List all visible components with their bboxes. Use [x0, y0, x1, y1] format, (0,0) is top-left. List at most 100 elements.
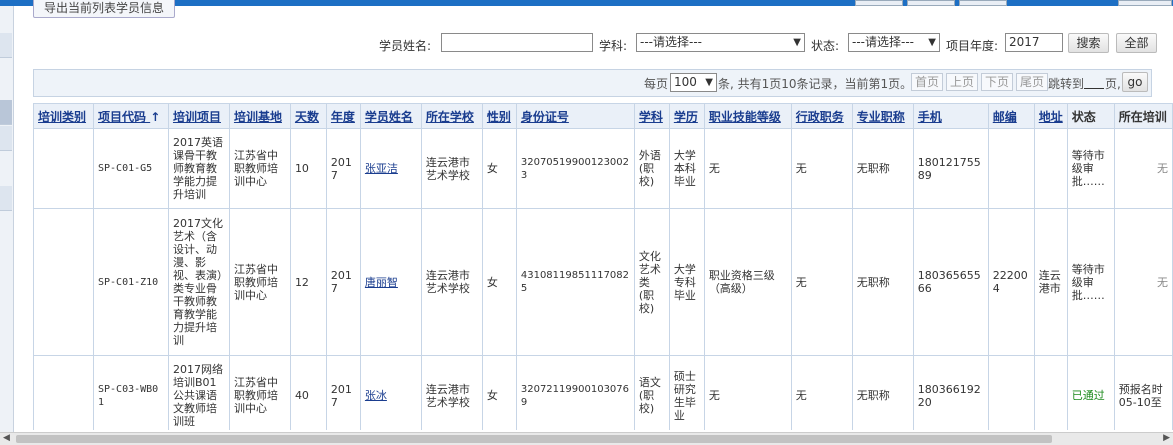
cell-days: 40 — [289, 355, 327, 430]
cell-gender: 女 — [481, 128, 517, 209]
top-banner — [0, 0, 1173, 6]
top-tab-4[interactable] — [1118, 0, 1172, 6]
scrollbar-thumb[interactable] — [16, 435, 1052, 443]
cell-training: 无 — [1113, 208, 1173, 356]
table-row: SP-C01-Z10 2017文化艺术（含设计、动漫、影视、表演）类专业骨干教师… — [33, 208, 1173, 356]
cell-code: SP-C03-WB01 — [92, 355, 169, 430]
col-header-school[interactable]: 所在学校 — [420, 103, 483, 129]
cell-year: 2017 — [325, 208, 361, 356]
col-header-subject[interactable]: 学科 — [633, 103, 670, 129]
col-header-project[interactable]: 培训项目 — [167, 103, 230, 129]
col-header-base[interactable]: 培训基地 — [228, 103, 291, 129]
year-input[interactable]: 2017 — [1005, 33, 1063, 52]
col-header-gender[interactable]: 性别 — [481, 103, 517, 129]
col-header-year[interactable]: 年度 — [325, 103, 361, 129]
cell-title: 无职称 — [851, 208, 914, 356]
col-header-admin[interactable]: 行政职务 — [790, 103, 853, 129]
chevron-down-icon: ▼ — [928, 37, 936, 48]
col-header-code-label: 项目代码 — [97, 109, 146, 124]
col-header-zip[interactable]: 邮编 — [987, 103, 1035, 129]
left-sidebar-edge — [0, 6, 14, 432]
chevron-down-icon: ▼ — [793, 37, 801, 48]
cell-training: 预报名时 05-10至 — [1113, 355, 1173, 430]
sidebar-tab[interactable] — [0, 33, 12, 58]
horizontal-scrollbar[interactable]: ◀ ▶ — [0, 432, 1173, 445]
col-header-skill[interactable]: 职业技能等级 — [703, 103, 792, 129]
cell-gender: 女 — [481, 355, 517, 430]
scroll-right-icon[interactable]: ▶ — [1163, 433, 1170, 443]
cell-title: 无职称 — [851, 128, 914, 209]
prev-page-button[interactable]: 上页 — [946, 73, 979, 91]
cell-year: 2017 — [325, 355, 361, 430]
col-header-title[interactable]: 专业职称 — [851, 103, 914, 129]
cell-phone: 18036565566 — [912, 208, 989, 356]
next-page-button[interactable]: 下页 — [981, 73, 1014, 91]
first-page-button[interactable]: 首页 — [911, 73, 944, 91]
col-header-name[interactable]: 学员姓名 — [359, 103, 422, 129]
cell-school: 连云港市艺术学校 — [420, 208, 483, 356]
per-page-label: 每页 — [644, 77, 669, 91]
record-summary: 条, 共有1页10条记录，当前第1页。 — [718, 77, 913, 91]
top-tab-2[interactable] — [907, 0, 955, 6]
search-button[interactable]: 搜索 — [1068, 33, 1109, 53]
col-header-days[interactable]: 天数 — [289, 103, 327, 129]
cell-days: 12 — [289, 208, 327, 356]
sidebar-tab[interactable] — [0, 186, 12, 211]
cell-base: 江苏省中职教师培训中心 — [228, 355, 291, 430]
subject-select[interactable]: ---请选择--- ▼ — [636, 33, 805, 52]
per-page-select[interactable]: 100 ▼ — [670, 73, 717, 92]
jump-suffix: 页, — [1105, 77, 1121, 91]
col-header-status: 状态 — [1066, 103, 1115, 129]
export-button[interactable]: 导出当前列表学员信息 — [33, 0, 175, 18]
cell-skill: 无 — [703, 128, 792, 209]
trainee-name-link[interactable]: 张亚洁 — [365, 162, 398, 175]
top-tab-3[interactable] — [959, 0, 1007, 6]
pagination-bar: 每页 100 ▼ 条, 共有1页10条记录，当前第1页。 首页 上页 下页 尾页… — [33, 69, 1152, 97]
chevron-down-icon: ▼ — [705, 77, 713, 88]
cell-phone: 18012175589 — [912, 128, 989, 209]
subject-select-value: ---请选择--- — [640, 35, 702, 49]
cell-address: 连云港市 — [1033, 208, 1068, 356]
cell-name: 唐丽智 — [359, 208, 422, 356]
sidebar-tab-active[interactable] — [0, 100, 12, 125]
table-row: SP-C03-WB01 2017网络培训B01公共课语文教师培训班 江苏省中职教… — [33, 355, 1173, 430]
cell-id: 431081198511170825 — [515, 208, 635, 356]
cell-education: 硕士研究生毕业 — [668, 355, 705, 430]
cell-status: 等待市级审批…… — [1066, 208, 1115, 356]
col-header-phone[interactable]: 手机 — [912, 103, 989, 129]
go-button[interactable]: go — [1122, 72, 1148, 92]
cell-phone: 18036619220 — [912, 355, 989, 430]
jump-label: 跳转到 — [1048, 77, 1085, 91]
cell-id: 320721199001030769 — [515, 355, 635, 430]
trainee-name-link[interactable]: 张冰 — [365, 389, 387, 402]
col-header-code[interactable]: 项目代码 ↑ — [92, 103, 169, 129]
sidebar-tab[interactable] — [0, 126, 12, 151]
last-page-button[interactable]: 尾页 — [1016, 73, 1049, 91]
cell-category — [33, 208, 94, 356]
cell-admin: 无 — [790, 208, 853, 356]
scroll-left-icon[interactable]: ◀ — [3, 433, 10, 443]
cell-skill: 无 — [703, 355, 792, 430]
col-header-category[interactable]: 培训类别 — [33, 103, 94, 129]
name-label: 学员姓名: — [379, 39, 432, 53]
cell-education: 大学本科毕业 — [668, 128, 705, 209]
col-header-education[interactable]: 学历 — [668, 103, 705, 129]
cell-id: 320705199001230023 — [515, 128, 635, 209]
name-input[interactable] — [441, 33, 593, 52]
jump-page-input[interactable] — [1084, 75, 1104, 89]
cell-subject: 外语(职校) — [633, 128, 670, 209]
cell-address — [1033, 355, 1068, 430]
cell-school: 连云港市艺术学校 — [420, 128, 483, 209]
cell-admin: 无 — [790, 355, 853, 430]
status-select[interactable]: ---请选择--- ▼ — [848, 33, 940, 52]
col-header-address[interactable]: 地址 — [1033, 103, 1068, 129]
cell-admin: 无 — [790, 128, 853, 209]
cell-status: 已通过 — [1066, 355, 1115, 430]
show-all-button[interactable]: 全部 — [1116, 33, 1157, 53]
cell-days: 10 — [289, 128, 327, 209]
trainee-name-link[interactable]: 唐丽智 — [365, 276, 398, 289]
top-tab-1[interactable] — [855, 0, 903, 6]
col-header-id[interactable]: 身份证号 — [515, 103, 635, 129]
subject-label: 学科: — [599, 39, 628, 53]
col-header-training: 所在培训 — [1113, 103, 1173, 129]
